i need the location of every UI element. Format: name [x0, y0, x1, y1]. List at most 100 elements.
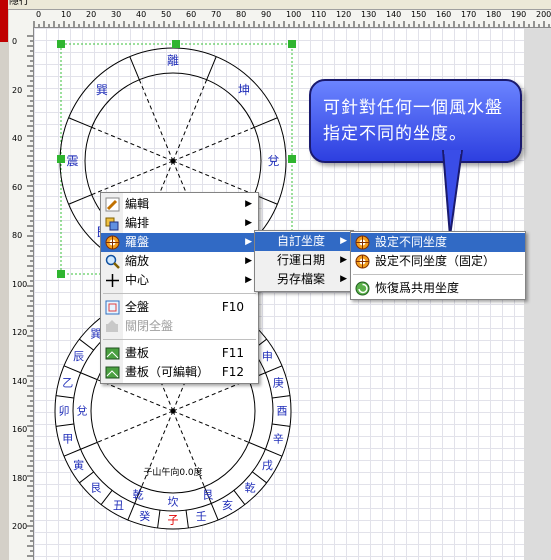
- context-menu-item-4[interactable]: 中心 ▶: [101, 271, 258, 290]
- compass-icon: [355, 254, 370, 269]
- ruler-tick-label: 60: [186, 10, 197, 19]
- ruler-tick-label: 100: [286, 10, 302, 19]
- menu-shortcut: F12: [221, 365, 244, 379]
- context-menu-item-1[interactable]: 編排 ▶: [101, 214, 258, 233]
- ruler-tick-label: 30: [111, 10, 122, 19]
- ruler-tick-label: 160: [436, 10, 452, 19]
- resize-handle-w: [57, 155, 65, 163]
- custom-degree-submenu-item-2[interactable]: 恢復爲共用坐度: [351, 279, 525, 298]
- ruler-tick-label: 40: [12, 134, 23, 143]
- resize-handle-e: [288, 155, 296, 163]
- context-menu-item-6: 關閉全盤: [101, 317, 258, 336]
- compass-divider: [68, 194, 92, 205]
- submenu-arrow-icon: ▶: [245, 256, 252, 266]
- menu-item-label: 編輯: [125, 197, 150, 211]
- compass-trigram-label: 巽: [96, 83, 108, 97]
- compass-mountain-label: 乙: [62, 376, 73, 389]
- compass-mountain-label: 酉: [277, 405, 288, 418]
- ruler-tick-label: 140: [12, 376, 28, 386]
- compass-mountain-label: 辰: [73, 350, 84, 363]
- custom-degree-submenu-item-1[interactable]: 設定不同坐度（固定）: [351, 252, 525, 271]
- ruler-tick-label: 170: [461, 10, 477, 19]
- ruler-tick-label: 10: [61, 10, 72, 19]
- compass-mountain-label: 庚: [273, 375, 284, 389]
- compass-degree-label: 子山午向0.0度: [143, 466, 202, 478]
- menu-item-label: 縮放: [125, 254, 150, 268]
- menu-item-label: 行運日期: [277, 253, 326, 267]
- ruler-tick-label: 130: [361, 10, 377, 19]
- menu-item-label: 另存檔案: [277, 272, 326, 286]
- compass-inner-label: 艮: [202, 489, 213, 502]
- compass-icon: [105, 235, 120, 250]
- menu-shortcut: F11: [221, 346, 244, 360]
- zoom-icon: [105, 254, 120, 269]
- context-menu-item-0[interactable]: 編輯 ▶: [101, 195, 258, 214]
- drawing-board-icon: [105, 346, 120, 361]
- edit-icon: [105, 197, 120, 212]
- menu-item-label: 設定不同坐度（固定）: [375, 254, 496, 268]
- compass-center-dot: [170, 158, 176, 164]
- compass-submenu-item-2[interactable]: 另存檔案 ▶: [255, 270, 353, 289]
- callout-text: 可針對任何一個風水盤指定不同的坐度。: [323, 98, 503, 144]
- ruler-tick-label: 180: [486, 10, 502, 19]
- compass-mountain-label: 戌: [262, 459, 273, 472]
- compass-mountain-label: 申: [262, 350, 273, 363]
- ruler-tick-label: 80: [12, 231, 23, 240]
- toolbar-tab-button[interactable]: 隱行: [6, 0, 32, 8]
- editable-board-icon: [105, 365, 120, 380]
- compass-mountain-label: 卯: [59, 405, 70, 418]
- context-menu: 編輯 ▶ 編排 ▶ 羅盤 ▶ 縮放 ▶ 中心 ▶ 全盤 F10 關閉全盤 畫板 F11 畫板（可編輯） F12: [100, 192, 259, 384]
- ruler-tick-label: 120: [336, 10, 352, 19]
- restore-icon: [355, 281, 370, 296]
- menu-separator: [103, 293, 256, 294]
- compass-divider: [206, 56, 217, 80]
- ruler-tick-label: 190: [511, 10, 527, 19]
- submenu-arrow-icon: ▶: [245, 237, 252, 247]
- callout-pointer: [441, 150, 464, 237]
- ruler-tick-label: 90: [261, 10, 272, 19]
- menu-item-label: 畫板（可編輯）: [125, 365, 210, 379]
- resize-handle-ne: [288, 40, 296, 48]
- compass-trigram-label: 兌: [267, 154, 279, 168]
- submenu-arrow-icon: ▶: [340, 274, 347, 284]
- ruler-tick-label: 180: [12, 473, 28, 483]
- ruler-tick-label: 200: [536, 10, 551, 19]
- submenu-arrow-icon: ▶: [340, 236, 347, 246]
- ruler-tick-label: 50: [161, 10, 172, 19]
- compass-mountain-label: 甲: [62, 433, 73, 446]
- menu-item-label: 中心: [125, 273, 150, 287]
- menu-item-label: 全盤: [125, 300, 150, 314]
- resize-handle-nw: [57, 40, 65, 48]
- compass-submenu: 自訂坐度 ▶ 行運日期 ▶ 另存檔案 ▶: [254, 230, 354, 292]
- menu-item-label: 自訂坐度: [277, 234, 326, 248]
- ruler-tick-label: 0: [12, 37, 18, 46]
- compass-mountain-label: 亥: [222, 498, 233, 512]
- compass-mountain-label: 癸: [139, 509, 150, 523]
- compass-inner-label: 乾: [133, 489, 144, 502]
- menu-item-label: 編排: [125, 216, 150, 230]
- compass-submenu-item-1[interactable]: 行運日期 ▶: [255, 251, 353, 270]
- context-menu-item-3[interactable]: 縮放 ▶: [101, 252, 258, 271]
- compass-mountain-label: 乾: [245, 482, 256, 495]
- compass-icon: [355, 235, 370, 250]
- compass-divider: [129, 56, 140, 80]
- compass-divider: [68, 117, 92, 128]
- context-menu-item-2[interactable]: 羅盤 ▶: [101, 233, 258, 252]
- callout-bubble: 可針對任何一個風水盤指定不同的坐度。: [309, 79, 522, 163]
- custom-degree-submenu: 設定不同坐度設定不同坐度（固定） 恢復爲共用坐度: [350, 231, 526, 300]
- compass-divider: [254, 117, 278, 128]
- compass-inner-label: 坎: [168, 496, 179, 509]
- context-menu-item-5[interactable]: 全盤 F10: [101, 298, 258, 317]
- left-edge-indicator: [0, 0, 8, 42]
- compass-mountain-label: 子: [168, 514, 179, 527]
- context-menu-item-7[interactable]: 畫板 F11: [101, 344, 258, 363]
- context-menu-item-8[interactable]: 畫板（可編輯） F12: [101, 363, 258, 382]
- menu-separator: [103, 339, 256, 340]
- resize-handle-sw: [57, 270, 65, 278]
- vertical-scrollbar[interactable]: [524, 28, 551, 560]
- compass-submenu-item-0[interactable]: 自訂坐度 ▶: [255, 232, 353, 251]
- submenu-arrow-icon: ▶: [245, 199, 252, 209]
- ruler-tick-label: 80: [236, 10, 247, 19]
- compass-trigram-label: 震: [66, 154, 78, 168]
- custom-degree-submenu-item-0[interactable]: 設定不同坐度: [351, 233, 525, 252]
